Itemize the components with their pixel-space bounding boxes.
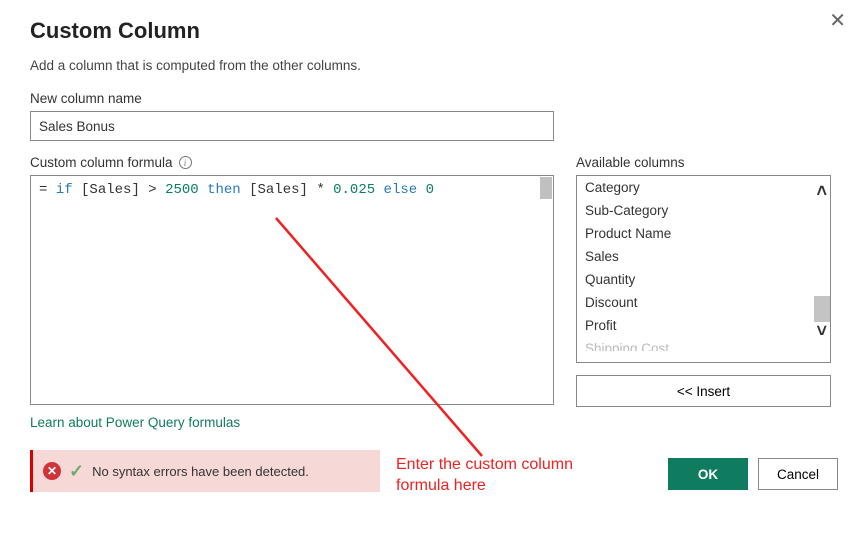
ok-button[interactable]: OK [668,458,748,490]
formula-token: else [384,182,418,198]
available-columns-label: Available columns [576,155,831,170]
list-item[interactable]: Discount [577,291,830,314]
formula-token: [Sales] [249,182,308,198]
formula-label-text: Custom column formula [30,155,173,170]
chevron-up-icon[interactable]: ˄ [816,182,827,200]
scrollbar-thumb[interactable] [814,296,830,322]
insert-button[interactable]: << Insert [576,375,831,407]
available-columns-list[interactable]: Category Sub-Category Product Name Sales… [576,175,831,363]
list-item[interactable]: Sales [577,245,830,268]
formula-token: 0 [426,182,434,198]
formula-token: 0.025 [333,182,375,198]
close-icon[interactable]: ✕ [829,8,846,33]
list-item[interactable]: Profit [577,314,830,337]
formula-label: Custom column formula i [30,155,554,170]
status-text: No syntax errors have been detected. [92,464,309,479]
formula-token: * [316,182,324,198]
formula-token: if [56,182,73,198]
custom-column-dialog: ✕ Custom Column Add a column that is com… [0,0,868,512]
learn-link[interactable]: Learn about Power Query formulas [30,415,240,430]
formula-prefix: = [39,182,47,198]
formula-textarea[interactable]: = if [Sales] > 2500 then [Sales] * 0.025… [30,175,554,405]
check-icon: ✓ [69,461,84,482]
dialog-subtitle: Add a column that is computed from the o… [30,58,838,73]
column-name-input[interactable] [30,111,554,141]
chevron-down-icon[interactable]: ˅ [816,322,827,340]
formula-token: then [207,182,241,198]
formula-token: [Sales] [81,182,140,198]
list-item[interactable]: Sub-Category [577,199,830,222]
list-item[interactable]: Product Name [577,222,830,245]
info-icon[interactable]: i [179,156,192,169]
dialog-title: Custom Column [30,18,838,44]
cancel-button[interactable]: Cancel [758,458,838,490]
status-bar: ✕ ✓ No syntax errors have been detected. [30,450,380,492]
formula-token: 2500 [165,182,199,198]
formula-token: > [148,182,156,198]
column-name-label: New column name [30,91,838,106]
list-item[interactable]: Quantity [577,268,830,291]
dialog-footer: OK Cancel [668,458,838,490]
list-item[interactable]: Category [577,176,830,199]
list-item[interactable]: Shipping Cost [577,337,830,351]
scrollbar-thumb[interactable] [540,177,552,199]
error-icon: ✕ [43,462,61,480]
